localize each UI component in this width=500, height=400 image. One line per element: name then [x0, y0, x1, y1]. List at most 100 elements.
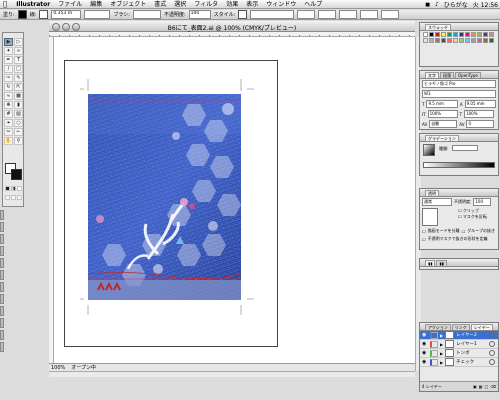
screen-mode-menu-icon[interactable] — [11, 195, 16, 200]
layer-row[interactable]: ◉ ▶ レイヤー1 — [420, 340, 498, 349]
artwork-image[interactable] — [88, 94, 241, 300]
control-bar-field-b[interactable] — [297, 10, 316, 19]
zoom-level[interactable]: 100% — [51, 365, 65, 371]
swatch[interactable] — [435, 32, 440, 37]
layer-row[interactable]: ◉ ▶ チェック — [420, 358, 498, 367]
tab-actions[interactable]: アクション — [425, 324, 451, 330]
control-bar-field-c[interactable] — [318, 10, 337, 19]
clock[interactable]: 火 12:56 — [473, 0, 498, 9]
symbol-sprayer-tool-icon[interactable]: ❋ — [4, 101, 13, 109]
menu-filter[interactable]: フィルタ — [190, 0, 222, 9]
clip-checkbox[interactable]: ☐ — [458, 208, 462, 213]
scale-tool-icon[interactable]: ⇱ — [14, 83, 23, 91]
kerning-field[interactable]: 自動 — [429, 120, 458, 128]
tab-paragraph[interactable]: 段落 — [440, 72, 454, 78]
leading-field[interactable]: 9.05 mm — [464, 100, 496, 108]
side-tab[interactable] — [0, 258, 4, 268]
tab-layers[interactable]: レイヤー — [470, 324, 493, 330]
swatch[interactable] — [447, 38, 452, 43]
side-tab[interactable] — [0, 270, 4, 280]
hand-tool-icon[interactable]: ✋ — [4, 137, 13, 145]
horizontal-scrollbar[interactable] — [49, 371, 415, 377]
side-tab[interactable] — [0, 330, 4, 340]
side-tab[interactable] — [0, 210, 4, 220]
selection-tool-icon[interactable]: ▶ — [4, 38, 13, 46]
color-mode-icon[interactable] — [5, 186, 10, 191]
target-circle-icon[interactable] — [489, 332, 495, 338]
screen-mode-full-icon[interactable] — [17, 195, 22, 200]
delete-layer-icon[interactable]: ⌫ — [490, 384, 496, 389]
paintbrush-tool-icon[interactable]: ✑ — [4, 74, 13, 82]
stroke-swatch[interactable] — [39, 10, 49, 19]
volume-icon[interactable]: ♪ — [435, 1, 439, 8]
swatch[interactable] — [459, 38, 464, 43]
gradient-mode-icon[interactable] — [11, 186, 16, 191]
status-text[interactable]: オープン中 — [71, 364, 96, 371]
pencil-tool-icon[interactable]: ✎ — [14, 74, 23, 82]
swatch[interactable] — [477, 32, 482, 37]
new-layer-icon[interactable]: □ — [485, 384, 489, 389]
swatch[interactable] — [429, 38, 434, 43]
horizontal-scale-field[interactable]: 100% — [464, 110, 495, 118]
swatch[interactable] — [453, 38, 458, 43]
side-tab[interactable] — [0, 234, 4, 244]
lock-toggle[interactable] — [430, 340, 438, 348]
menu-view[interactable]: 表示 — [242, 0, 262, 9]
style-swatch[interactable] — [238, 10, 248, 19]
swatch[interactable] — [423, 32, 428, 37]
menu-app[interactable]: Illustrator — [12, 0, 54, 9]
stroke-weight-field[interactable]: 0.353 m — [51, 10, 82, 19]
slice-tool-icon[interactable]: ✂ — [4, 128, 13, 136]
gradient-tool-icon[interactable]: ▧ — [14, 110, 23, 118]
layer-name[interactable]: レイヤー2 — [456, 332, 477, 338]
layer-row[interactable]: ◉ ▶ トンボ — [420, 349, 498, 358]
expand-arrow-icon[interactable]: ▶ — [440, 351, 443, 356]
lock-toggle[interactable] — [430, 349, 438, 357]
swatch[interactable] — [471, 32, 476, 37]
tab-transparency[interactable]: 透明 — [425, 190, 439, 196]
lock-toggle[interactable] — [430, 358, 438, 366]
swatch[interactable] — [465, 38, 470, 43]
expand-arrow-icon[interactable]: ▶ — [440, 360, 443, 365]
gradient-ramp[interactable] — [423, 162, 495, 168]
opacity-field[interactable]: 100 — [473, 198, 492, 206]
mesh-tool-icon[interactable]: # — [4, 110, 13, 118]
swatch[interactable] — [441, 32, 446, 37]
font-family-dropdown[interactable]: ヒラギノ角ゴ Pro — [422, 80, 496, 88]
visibility-eye-icon[interactable]: ◉ — [422, 350, 428, 356]
scissors-tool-icon[interactable]: ✁ — [14, 128, 23, 136]
input-method-icon[interactable]: ■ — [425, 2, 430, 8]
swatch[interactable] — [441, 38, 446, 43]
swatch[interactable] — [447, 32, 452, 37]
visibility-eye-icon[interactable]: ◉ — [422, 332, 428, 338]
make-clipping-mask-icon[interactable]: ▣ — [473, 384, 477, 389]
font-style-dropdown[interactable]: W3 — [422, 90, 496, 98]
swatch[interactable] — [483, 32, 488, 37]
blend-tool-icon[interactable]: ○ — [14, 119, 23, 127]
type-tool-icon[interactable]: T — [14, 56, 23, 64]
font-size-field[interactable]: 9.5 mm — [426, 100, 458, 108]
target-circle-icon[interactable] — [489, 341, 495, 347]
swatch[interactable] — [423, 38, 428, 43]
swatch[interactable] — [465, 32, 470, 37]
control-bar-field-d[interactable] — [339, 10, 358, 19]
menu-select[interactable]: 選択 — [170, 0, 190, 9]
menu-object[interactable]: オブジェクト — [106, 0, 150, 9]
fill-stroke-indicator[interactable] — [5, 163, 23, 181]
rectangle-tool-icon[interactable]: □ — [14, 65, 23, 73]
menu-edit[interactable]: 編集 — [86, 0, 106, 9]
tab-character[interactable]: 文字 — [425, 72, 439, 78]
input-method-label[interactable]: ひらがな — [444, 0, 468, 9]
layer-name[interactable]: チェック — [456, 359, 474, 365]
visibility-eye-icon[interactable]: ◉ — [422, 341, 428, 347]
opacity-mask-checkbox[interactable]: ☐ — [422, 237, 426, 242]
knockout-group-checkbox[interactable]: ☐ — [462, 229, 466, 234]
control-bar-field-a[interactable] — [250, 10, 295, 19]
lock-toggle[interactable] — [430, 331, 438, 339]
gradient-swatch[interactable] — [423, 144, 435, 156]
brush-dropdown[interactable] — [132, 10, 161, 19]
side-tab[interactable] — [0, 306, 4, 316]
opacity-field[interactable]: 100 — [188, 10, 211, 19]
side-tab[interactable] — [0, 318, 4, 328]
line-tool-icon[interactable]: / — [4, 65, 13, 73]
